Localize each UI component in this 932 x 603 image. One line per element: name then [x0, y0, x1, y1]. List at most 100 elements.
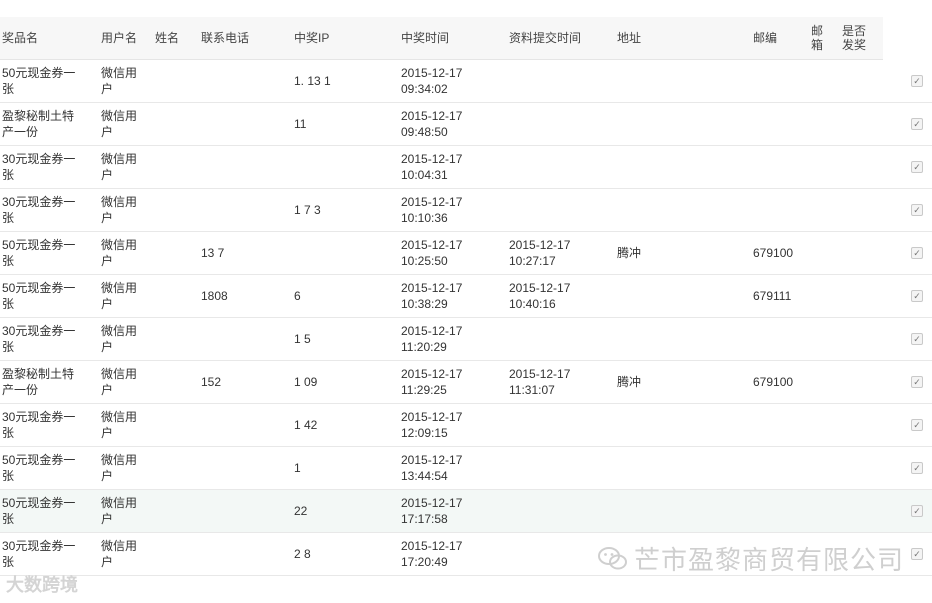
- cell-prize: 50元现金券一张: [2, 238, 76, 268]
- watermark-company: 芒市盈黎商贸有限公司: [633, 545, 904, 575]
- cell-submit-time: [509, 189, 579, 231]
- cell-prize: 30元现金券一张: [2, 195, 76, 225]
- cell-name: [155, 232, 195, 274]
- shipped-checkbox[interactable]: ✓: [911, 118, 923, 130]
- cell-zip: [753, 404, 803, 446]
- table-row[interactable]: 盈黎秘制土特产一份 微信用户 11 2015-12-17 09:48:50 ✓: [0, 103, 932, 146]
- cell-submit-time: 2015-12-17 11:31:07: [509, 367, 571, 397]
- cell-win-time: 2015-12-17 09:34:02: [401, 66, 463, 96]
- cell-username: 微信用户: [101, 66, 138, 96]
- table-row[interactable]: 30元现金券一张 微信用户 2015-12-17 10:04:31 ✓: [0, 146, 932, 189]
- table-row[interactable]: 30元现金券一张 微信用户 1 5 2015-12-17 11:20:29 ✓: [0, 318, 932, 361]
- prize-records-table: 奖品名 用户名 姓名 联系电话 中奖IP 中奖时间 资料提交时间 地址 邮编 邮…: [0, 17, 932, 576]
- table-row[interactable]: 30元现金券一张 微信用户 1 42 2015-12-17 12:09:15 ✓: [0, 404, 932, 447]
- cell-phone: [201, 103, 281, 145]
- watermark-right: 芒市盈黎商贸有限公司: [597, 540, 904, 577]
- cell-submit-time: [509, 318, 579, 360]
- cell-prize: 30元现金券一张: [2, 539, 76, 569]
- shipped-checkbox[interactable]: ✓: [911, 247, 923, 259]
- cell-submit-time: 2015-12-17 10:27:17: [509, 238, 571, 268]
- shipped-checkbox[interactable]: ✓: [911, 161, 923, 173]
- table-header: 奖品名 用户名 姓名 联系电话 中奖IP 中奖时间 资料提交时间 地址 邮编 邮…: [0, 17, 883, 60]
- cell-name: [155, 146, 195, 188]
- cell-ip: 1 7 3: [294, 203, 321, 217]
- cell-name: [155, 404, 195, 446]
- shipped-checkbox[interactable]: ✓: [911, 462, 923, 474]
- cell-submit-time: 2015-12-17 10:40:16: [509, 281, 571, 311]
- cell-win-time: 2015-12-17 09:48:50: [401, 109, 463, 139]
- cell-address: 腾冲: [617, 375, 642, 389]
- cell-ip: 6: [294, 289, 301, 303]
- col-win-time-header: 中奖时间: [401, 31, 450, 45]
- cell-zip: [753, 318, 803, 360]
- cell-ip: [294, 146, 389, 188]
- cell-win-time: 2015-12-17 12:09:15: [401, 410, 463, 440]
- col-phone-header: 联系电话: [201, 31, 250, 45]
- cell-win-time: 2015-12-17 10:38:29: [401, 281, 463, 311]
- cell-address: [617, 490, 737, 532]
- cell-username: 微信用户: [101, 496, 138, 526]
- col-zip-header: 邮编: [753, 31, 778, 45]
- shipped-checkbox[interactable]: ✓: [911, 290, 923, 302]
- cell-ip: [294, 232, 389, 274]
- cell-zip: [753, 447, 803, 489]
- table-row[interactable]: 50元现金券一张 微信用户 1808 6 2015-12-17 10:38:29…: [0, 275, 932, 318]
- cell-phone: [201, 490, 281, 532]
- cell-zip: 679100: [753, 246, 794, 260]
- cell-phone: [201, 318, 281, 360]
- col-name-header: 姓名: [155, 31, 180, 45]
- col-username-header: 用户名: [101, 31, 138, 45]
- cell-prize: 50元现金券一张: [2, 453, 76, 483]
- cell-prize: 30元现金券一张: [2, 152, 76, 182]
- cell-zip: 679100: [753, 375, 794, 389]
- shipped-checkbox[interactable]: ✓: [911, 75, 923, 87]
- shipped-checkbox[interactable]: ✓: [911, 419, 923, 431]
- cell-address: [617, 189, 737, 231]
- cell-win-time: 2015-12-17 11:29:25: [401, 367, 463, 397]
- cell-phone: [201, 60, 281, 102]
- cell-ip: 1 09: [294, 375, 318, 389]
- cell-username: 微信用户: [101, 152, 138, 182]
- cell-submit-time: [509, 103, 579, 145]
- cell-win-time: 2015-12-17 10:25:50: [401, 238, 463, 268]
- table-row[interactable]: 50元现金券一张 微信用户 13 7 2015-12-17 10:25:50 2…: [0, 232, 932, 275]
- cell-username: 微信用户: [101, 453, 138, 483]
- table-row[interactable]: 50元现金券一张 微信用户 1 2015-12-17 13:44:54 ✓: [0, 447, 932, 490]
- cell-phone: [201, 533, 281, 575]
- cell-phone: 152: [201, 375, 222, 389]
- cell-submit-time: [509, 447, 579, 489]
- watermark-left: 大数跨境: [6, 575, 78, 595]
- shipped-checkbox[interactable]: ✓: [911, 204, 923, 216]
- cell-address: [617, 275, 737, 317]
- cell-zip: 679111: [753, 289, 792, 303]
- table-row[interactable]: 30元现金券一张 微信用户 1 7 3 2015-12-17 10:10:36 …: [0, 189, 932, 232]
- shipped-checkbox[interactable]: ✓: [911, 333, 923, 345]
- cell-name: [155, 318, 195, 360]
- cell-win-time: 2015-12-17 17:17:58: [401, 496, 463, 526]
- cell-prize: 30元现金券一张: [2, 324, 76, 354]
- cell-phone: 1808: [201, 289, 228, 303]
- table-row[interactable]: 盈黎秘制土特产一份 微信用户 152 1 09 2015-12-17 11:29…: [0, 361, 932, 404]
- cell-win-time: 2015-12-17 10:04:31: [401, 152, 463, 182]
- shipped-checkbox[interactable]: ✓: [911, 376, 923, 388]
- cell-phone: [201, 189, 281, 231]
- cell-name: [155, 361, 195, 403]
- cell-submit-time: [509, 60, 579, 102]
- col-shipped-header: 是否发奖: [842, 24, 867, 52]
- shipped-checkbox[interactable]: ✓: [911, 505, 923, 517]
- col-prize-header: 奖品名: [2, 31, 39, 45]
- col-mail-header: 邮箱: [811, 24, 824, 52]
- table-row[interactable]: 50元现金券一张 微信用户 22 2015-12-17 17:17:58 ✓: [0, 490, 932, 533]
- cell-prize: 30元现金券一张: [2, 410, 76, 440]
- shipped-checkbox[interactable]: ✓: [911, 548, 923, 560]
- cell-submit-time: [509, 404, 579, 446]
- cell-submit-time: [509, 533, 579, 575]
- cell-ip: 1 5: [294, 332, 311, 346]
- wechat-icon: [597, 546, 627, 569]
- cell-address: 腾冲: [617, 246, 642, 260]
- cell-name: [155, 533, 195, 575]
- cell-username: 微信用户: [101, 281, 138, 311]
- col-address-header: 地址: [617, 31, 642, 45]
- cell-username: 微信用户: [101, 410, 138, 440]
- table-row[interactable]: 50元现金券一张 微信用户 1. 13 1 2015-12-17 09:34:0…: [0, 60, 932, 103]
